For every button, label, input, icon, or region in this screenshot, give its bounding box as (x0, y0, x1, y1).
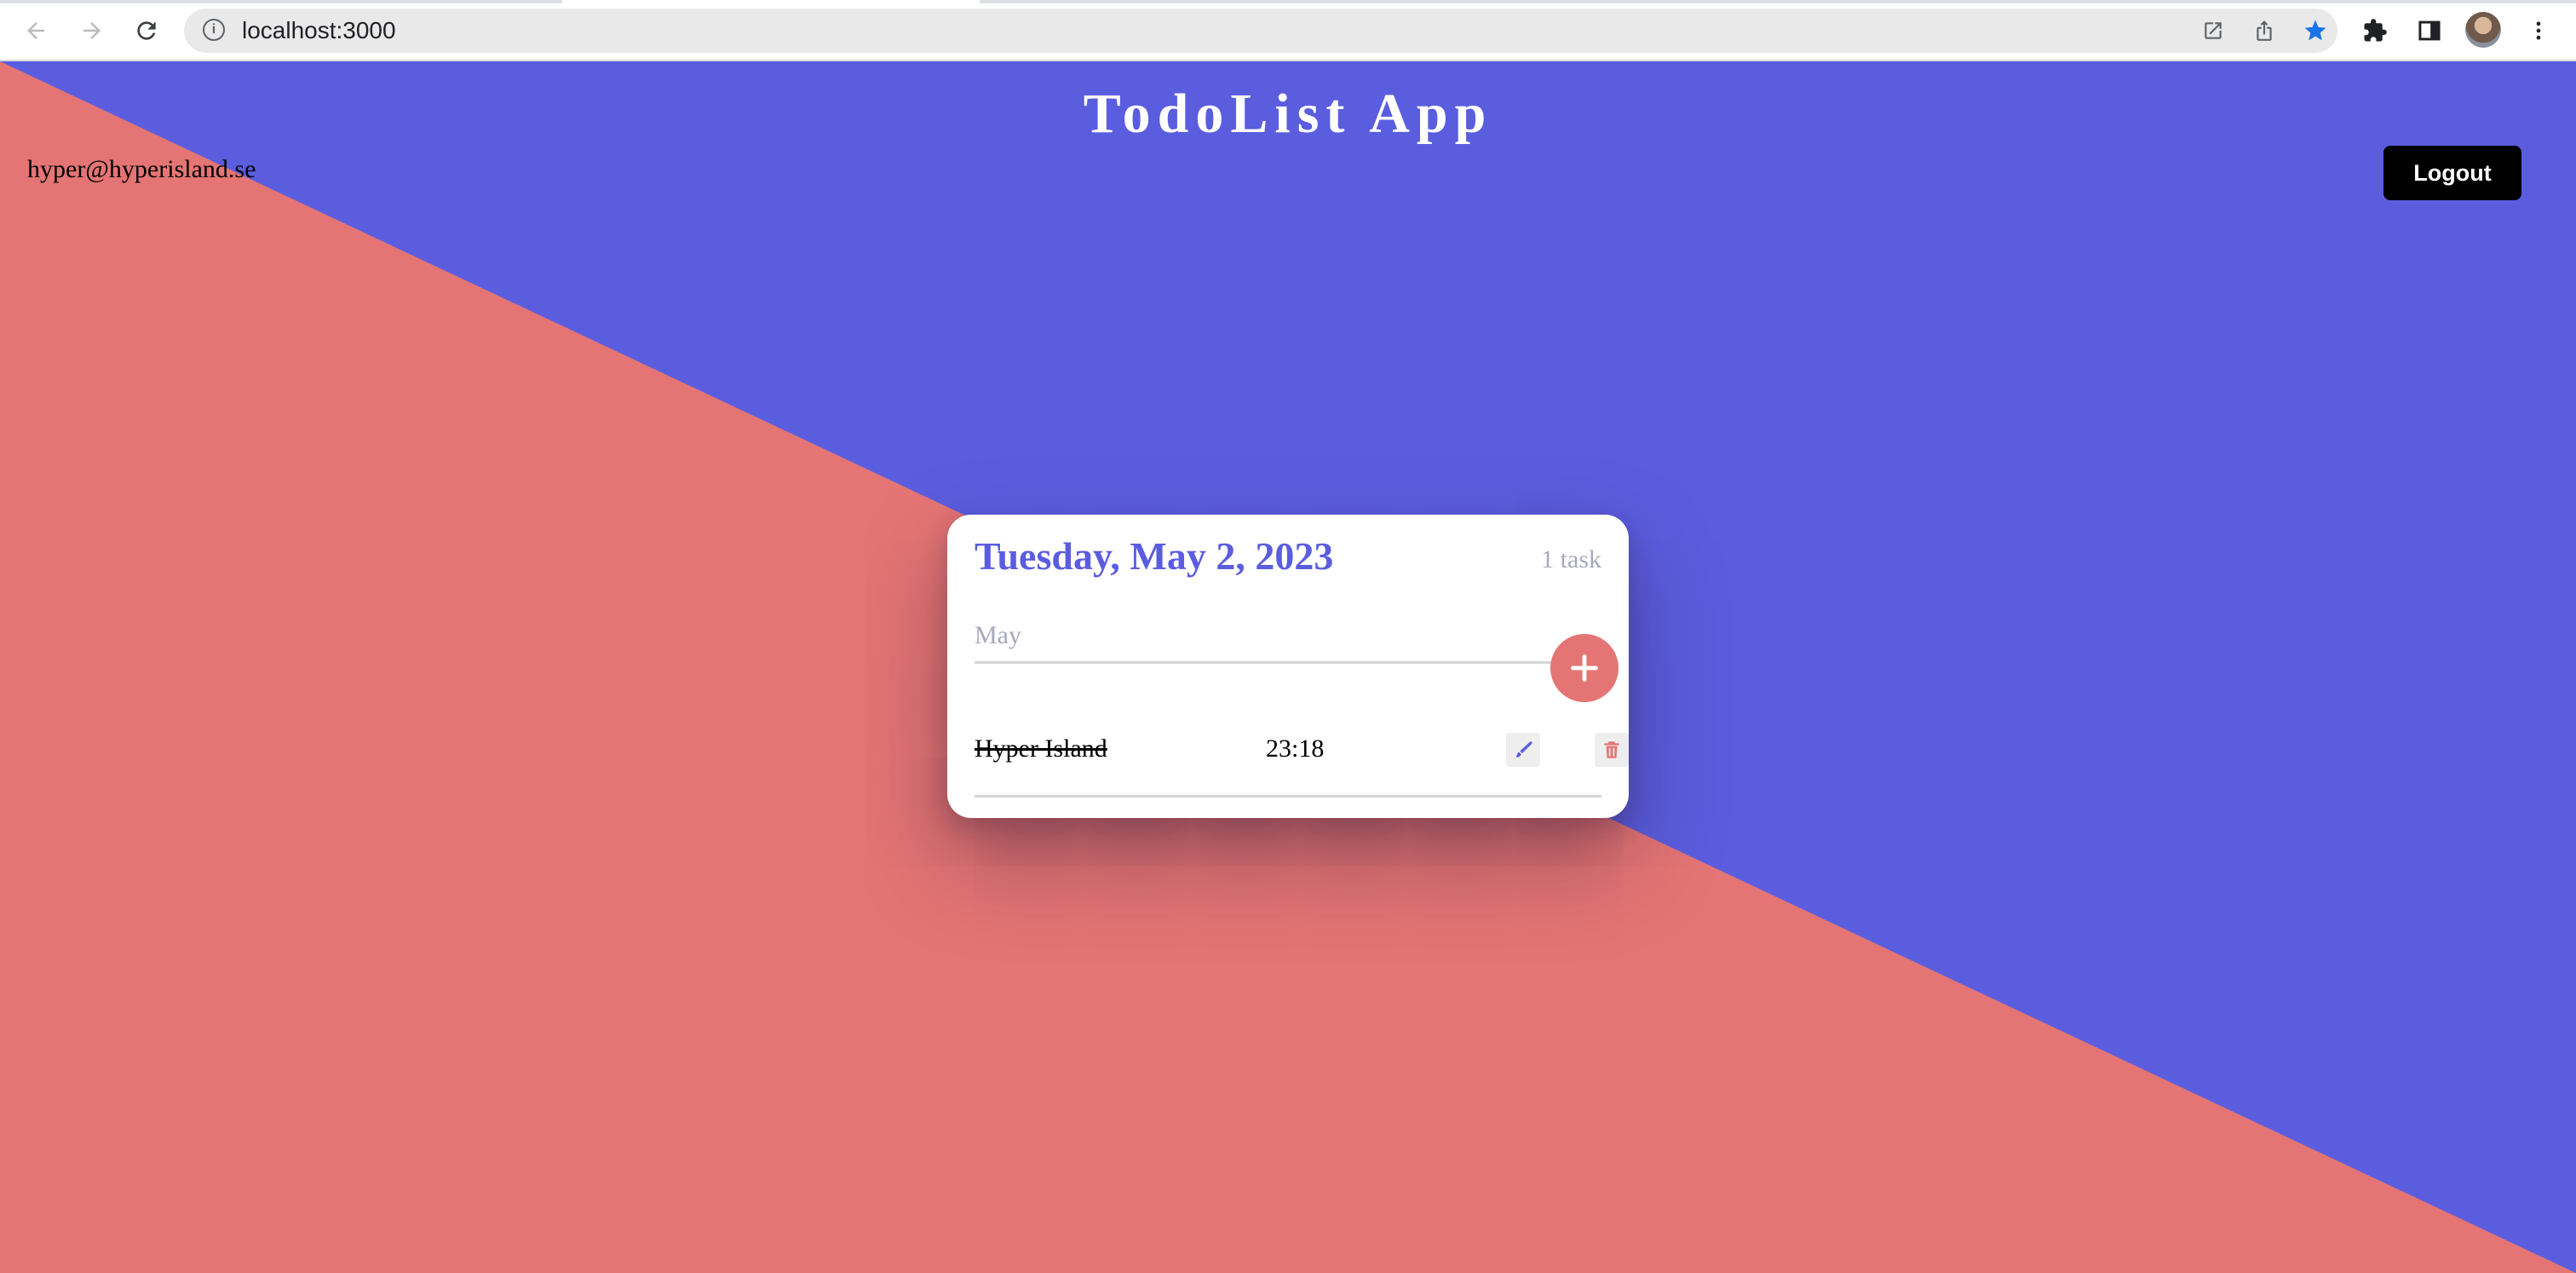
add-task-button[interactable] (1550, 634, 1619, 702)
bookmark-star-icon[interactable] (2300, 15, 2331, 46)
browser-toolbar: i localhost:3000 (0, 0, 2576, 61)
task-time: 23:18 (1266, 734, 1325, 763)
pencil-icon (1515, 741, 1532, 757)
site-info-icon[interactable]: i (203, 19, 225, 41)
share-icon[interactable] (2249, 15, 2280, 46)
arrow-right-icon (83, 22, 101, 39)
task-count: 1 task (1541, 545, 1601, 573)
edit-task-button[interactable] (1506, 733, 1540, 767)
more-vert-icon[interactable] (2520, 12, 2557, 49)
delete-task-button[interactable] (1595, 733, 1629, 767)
user-email: hyper@hyperisland.se (27, 155, 256, 183)
todo-card: Tuesday, May 2, 2023 1 task Hyper Island… (947, 515, 1629, 818)
card-date: Tuesday, May 2, 2023 (975, 534, 1334, 578)
reload-icon (137, 21, 156, 40)
app-page: TodoList App hyper@hyperisland.se Logout… (0, 61, 2576, 1273)
tab-strip-edge (0, 0, 562, 3)
plus-icon (1571, 654, 1598, 682)
logout-button[interactable]: Logout (2383, 146, 2521, 200)
open-in-new-icon[interactable] (2198, 15, 2228, 46)
side-panel-icon[interactable] (2411, 12, 2448, 49)
address-url[interactable]: localhost:3000 (242, 17, 396, 44)
tab-strip-edge (980, 0, 2576, 3)
app-title: TodoList App (1083, 83, 1493, 145)
task-row: Hyper Island 23:18 (975, 716, 1629, 798)
address-bar[interactable]: i localhost:3000 (184, 9, 2337, 53)
profile-avatar[interactable] (2465, 12, 2501, 48)
extensions-puzzle-icon[interactable] (2356, 12, 2394, 49)
reload-button[interactable] (128, 12, 165, 49)
back-button[interactable] (17, 12, 55, 49)
forward-button[interactable] (73, 12, 111, 49)
task-name[interactable]: Hyper Island (975, 734, 1107, 763)
arrow-left-icon (27, 22, 44, 39)
trash-icon (1604, 741, 1619, 758)
new-task-input[interactable] (975, 610, 1562, 664)
